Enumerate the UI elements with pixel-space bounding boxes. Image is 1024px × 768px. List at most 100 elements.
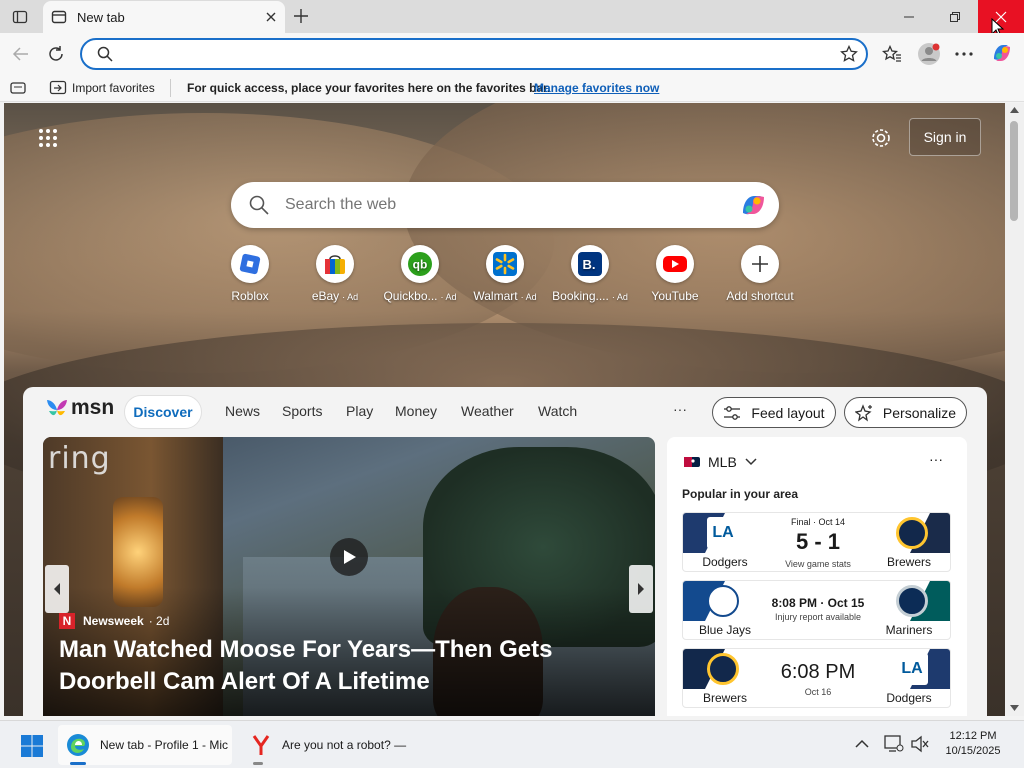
scroll-down-icon[interactable] [1010,705,1019,711]
quickbooks-icon: qb [401,245,439,283]
game-stats-link[interactable]: View game stats [763,559,873,569]
open-indicator [253,762,263,765]
web-search-input[interactable] [285,193,705,217]
shortcut-youtube[interactable]: YouTube [632,245,718,303]
refresh-icon[interactable] [47,45,65,63]
tab-title: New tab [77,9,125,25]
game-row[interactable]: Blue Jays Mariners 8:08 PM · Oct 15 Inju… [682,580,951,640]
mlb-more-button[interactable]: ··· [929,451,943,467]
mariners-logo-icon [896,585,928,617]
address-input[interactable] [122,44,822,64]
restore-icon [950,11,960,22]
carousel-next-button[interactable] [629,565,653,613]
scrollbar-thumb[interactable] [1010,121,1018,221]
taskbar-app-edge[interactable]: New tab - Profile 1 - Mic [58,725,232,765]
shortcut-quickbooks[interactable]: qb Quickbo... · Ad [377,245,463,303]
tab-weather[interactable]: Weather [461,403,514,419]
mlb-title: MLB [708,454,737,470]
article-age: · 2d [148,614,170,628]
msn-feed: msn Discover News Sports Play Money Weat… [23,387,987,716]
tab-new-tab[interactable]: New tab [43,1,285,33]
personalize-button[interactable]: Personalize [844,397,967,428]
tab-close-icon[interactable] [265,11,277,23]
game-status: Final · Oct 14 [790,517,846,527]
article-headline[interactable]: Man Watched Moose For Years—Then Gets Do… [59,634,644,698]
svg-text:qb: qb [413,258,428,272]
mlb-scores-card: MLB ··· Popular in your area LA Dodgers … [667,437,967,716]
sidebar-toggle-icon[interactable] [10,82,26,94]
tab-news[interactable]: News [225,403,260,419]
ad-badge: · Ad [342,292,359,302]
newtab-page-icon [51,9,67,25]
source-name: Newsweek [83,614,144,628]
windows-start-icon[interactable] [20,734,44,758]
divider [170,79,171,97]
chevron-left-icon [54,583,60,595]
msn-logo[interactable]: msn [44,396,114,420]
shortcut-label: Quickbo... [383,289,438,303]
svg-text:B.: B. [583,257,596,272]
copilot-icon[interactable] [738,191,768,219]
settings-gear-icon[interactable] [870,127,892,149]
mlb-header[interactable]: MLB [684,454,757,470]
copilot-icon[interactable] [990,41,1014,65]
more-icon[interactable] [955,52,973,56]
taskbar-clock[interactable]: 12:12 PM 10/15/2025 [938,729,1008,759]
display-icon[interactable] [884,735,904,753]
edge-icon [67,734,89,756]
active-indicator [70,762,86,765]
hero-article-card[interactable]: ring N Newsweek · 2d Man Watched Moose F… [43,437,655,716]
sparkle-star-icon [854,403,872,422]
feed-layout-button[interactable]: Feed layout [712,397,836,428]
newsweek-logo-icon: N [59,613,75,629]
scroll-up-icon[interactable] [1010,107,1019,113]
tab-money[interactable]: Money [395,403,437,419]
shortcut-roblox[interactable]: Roblox [207,245,293,303]
search-icon [249,195,269,215]
more-nav-button[interactable]: ··· [673,401,687,417]
blue-jays-logo-icon [707,585,739,617]
taskbar-app-yandex[interactable]: Are you not a robot? — [244,725,424,765]
new-tab-plus-icon[interactable] [293,8,309,24]
minimize-button[interactable] [886,0,932,33]
walmart-icon [486,245,524,283]
injury-report-link[interactable]: Injury report available [763,612,873,622]
game-row[interactable]: LA Dodgers Brewers Final · Oct 14 5 - 1 … [682,512,951,572]
shortcut-walmart[interactable]: Walmart · Ad [462,245,548,303]
plus-icon [741,245,779,283]
shortcut-label: eBay [311,289,340,303]
shortcut-ebay[interactable]: eBay · Ad [292,245,378,303]
yandex-icon [252,735,270,755]
tab-discover[interactable]: Discover [124,395,202,429]
tab-actions-icon[interactable] [12,9,28,25]
play-button[interactable] [330,538,368,576]
sign-in-button[interactable]: Sign in [909,118,981,156]
tab-play[interactable]: Play [346,403,373,419]
carousel-prev-button[interactable] [45,565,69,613]
star-icon[interactable] [840,45,858,63]
new-tab-page: Sign in Roblox eBay· Ad qb Quickbo...· A… [4,103,1005,716]
ebay-bag-icon [316,245,354,283]
away-team: Brewers [886,555,931,569]
tab-watch[interactable]: Watch [538,403,577,419]
import-favorites-button[interactable]: Import favorites [72,81,155,95]
back-icon[interactable] [11,46,29,62]
address-bar[interactable] [80,38,868,70]
profile-icon[interactable] [917,42,941,66]
page-scrollbar[interactable] [1005,103,1024,716]
shortcut-booking[interactable]: B. Booking.... · Ad [547,245,633,303]
game-row[interactable]: LA Brewers Dodgers 6:08 PM Oct 16 [682,648,951,708]
web-search-box[interactable] [231,182,779,228]
favorites-icon[interactable] [882,45,902,63]
manage-favorites-link[interactable]: Manage favorites now [534,81,659,95]
ad-badge: · Ad [440,292,457,302]
booking-icon: B. [571,245,609,283]
volume-muted-icon[interactable] [910,735,930,753]
windows-taskbar: New tab - Profile 1 - Mic Are you not a … [0,720,1024,768]
chevron-up-icon[interactable] [855,739,869,748]
tab-sports[interactable]: Sports [282,403,322,419]
apps-grid-icon[interactable] [38,128,58,148]
shortcut-add[interactable]: Add shortcut [717,245,803,303]
restore-button[interactable] [932,0,978,33]
import-icon [49,80,67,96]
